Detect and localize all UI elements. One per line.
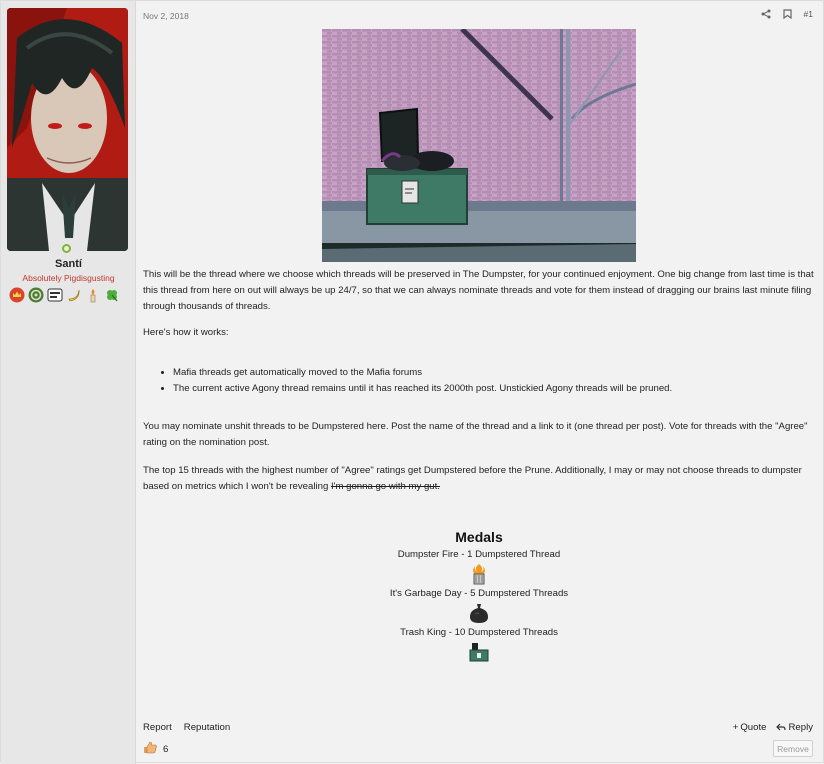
list-item: Mafia threads get automatically moved to…: [173, 365, 672, 381]
quote-button[interactable]: + Quote: [733, 722, 767, 733]
post-footer-left: Report Reputation: [143, 722, 230, 733]
strikethrough-text: I'm gonna go with my gut.: [330, 481, 440, 492]
post-paragraph-nominate: You may nominate unshit threads to be Du…: [143, 421, 808, 448]
post-paragraph-intro: This will be the thread where we choose …: [143, 269, 814, 312]
remove-button[interactable]: Remove: [773, 740, 813, 757]
quote-label: Quote: [740, 722, 767, 733]
post-main: Nov 2, 2018 #1 This will be the thread w…: [143, 1, 823, 764]
ratings-text: The top 15 threads with the highest numb…: [143, 465, 802, 492]
list-item: The current active Agony thread remains …: [173, 381, 672, 397]
crown-badge-icon[interactable]: [8, 286, 25, 303]
reaction-count[interactable]: 6: [163, 744, 168, 755]
fire-bin-icon: [143, 561, 815, 587]
medal-label: Dumpster Fire - 1 Dumpstered Thread: [397, 549, 561, 560]
garbage-bag-icon: [143, 600, 815, 626]
plus-icon: +: [732, 722, 739, 733]
clover-badge-icon[interactable]: [103, 286, 120, 303]
medals-section: Medals Dumpster Fire - 1 Dumpstered Thre…: [143, 529, 815, 665]
online-status-icon: [60, 242, 73, 255]
user-title: Absolutely Pigdisgusting: [22, 273, 115, 283]
thumbs-up-reaction-icon[interactable]: [143, 741, 157, 757]
medals-title: Medals: [455, 529, 503, 545]
reply-label: Reply: [788, 722, 813, 733]
bookmark-icon[interactable]: [782, 8, 794, 20]
reactions-bar[interactable]: 6: [143, 741, 168, 757]
flag-badge-icon[interactable]: [46, 286, 63, 303]
spiral-badge-icon[interactable]: [27, 286, 44, 303]
banana-badge-icon[interactable]: [65, 286, 82, 303]
medal-label: Trash King - 10 Dumpstered Threads: [400, 627, 558, 638]
post-paragraph-ratings: The top 15 threads with the highest numb…: [143, 463, 815, 495]
user-column: Santí Absolutely Pigdisgusting: [1, 1, 136, 764]
reputation-link[interactable]: Reputation: [184, 722, 230, 733]
torch-badge-icon[interactable]: [84, 286, 101, 303]
medal-label: It's Garbage Day - 5 Dumpstered Threads: [389, 588, 569, 599]
report-link[interactable]: Report: [143, 722, 172, 733]
user-badges: [8, 286, 120, 303]
post-date[interactable]: Nov 2, 2018: [143, 11, 189, 21]
rules-list: Mafia threads get automatically moved to…: [161, 365, 672, 397]
avatar[interactable]: [7, 8, 128, 251]
dumpster-banner-image: [322, 27, 637, 262]
post-footer-right: + Quote Reply: [733, 722, 813, 733]
post-container: Santí Absolutely Pigdisgusting Nov 2, 20…: [0, 0, 824, 764]
share-icon[interactable]: [760, 8, 772, 20]
username[interactable]: Santí: [1, 258, 136, 270]
post-paragraph-howto: Here's how it works:: [143, 327, 229, 338]
dumpster-icon: [143, 639, 815, 665]
reply-button[interactable]: Reply: [776, 722, 813, 733]
post-header-actions: #1: [760, 8, 813, 20]
reply-arrow-icon: [776, 723, 787, 731]
post-number[interactable]: #1: [804, 9, 813, 19]
